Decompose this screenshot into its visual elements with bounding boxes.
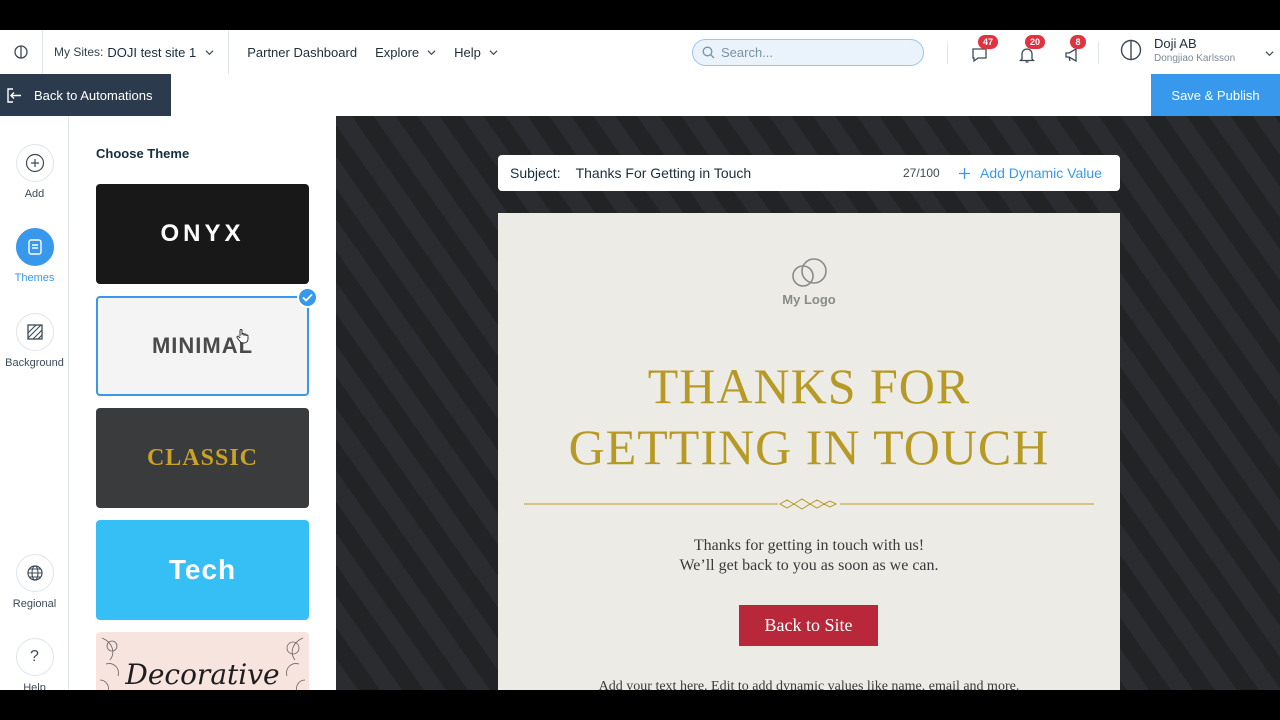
editor-toolbar: Back to Automations Save & Publish — [0, 74, 1280, 116]
site-selector[interactable]: My Sites: DOJI test site 1 — [43, 30, 230, 75]
background-icon — [15, 313, 54, 351]
rail-item-themes[interactable]: Themes — [0, 228, 69, 284]
plus-circle-icon — [15, 144, 54, 182]
email-footer-text[interactable]: Add your text here. Edit to add dynamic … — [498, 679, 1120, 690]
themes-icon — [15, 228, 54, 266]
chevron-down-icon — [205, 49, 214, 55]
panel-title: Choose Theme — [96, 146, 190, 161]
rail-item-background[interactable]: Background — [0, 313, 69, 369]
chevron-down-icon — [427, 49, 436, 55]
subject-char-count: 27/100 — [903, 166, 940, 180]
search-icon — [702, 46, 715, 59]
nav-partner-dashboard[interactable]: Partner Dashboard — [247, 45, 357, 60]
rail-item-label: Help — [23, 682, 46, 690]
updates-button[interactable]: 8 — [1062, 35, 1086, 64]
search-placeholder: Search... — [721, 45, 774, 60]
selected-check-icon — [297, 287, 318, 308]
messages-button[interactable]: 47 — [970, 35, 998, 64]
theme-card-minimal[interactable]: MINIMAL — [96, 296, 309, 396]
nav-explore[interactable]: Explore — [375, 45, 436, 60]
rail-item-label: Regional — [12, 598, 57, 610]
letterbox-top — [0, 0, 1280, 30]
divider — [1098, 42, 1099, 64]
add-dynamic-value-label: Add Dynamic Value — [980, 165, 1102, 181]
account-user: Dongjiao Karlsson — [1154, 53, 1236, 64]
email-preview[interactable]: My Logo THANKS FOR GETTING IN TOUCH Than… — [498, 213, 1120, 690]
divider — [947, 42, 948, 64]
logo-text: My Logo — [782, 292, 836, 307]
headline-line: THANKS FOR — [647, 358, 971, 414]
chevron-down-icon — [489, 49, 498, 55]
body-line: We’ll get back to you as soon as we can. — [679, 557, 939, 574]
account-logo-icon — [1120, 39, 1142, 61]
subject-field[interactable]: Subject: Thanks For Getting in Touch 27/… — [498, 155, 1120, 191]
wix-logo-icon[interactable] — [0, 30, 43, 75]
notifications-button[interactable]: 20 — [1017, 35, 1045, 64]
email-logo[interactable]: My Logo — [498, 256, 1120, 307]
chevron-down-icon — [1265, 51, 1274, 57]
add-dynamic-value-button[interactable]: Add Dynamic Value — [958, 165, 1102, 181]
search-input[interactable]: Search... — [692, 39, 924, 66]
email-headline[interactable]: THANKS FOR GETTING IN TOUCH — [498, 356, 1120, 478]
theme-card-onyx[interactable]: ONYX — [96, 184, 309, 284]
back-to-site-button[interactable]: Back to Site — [739, 605, 878, 646]
account-name: Doji AB — [1154, 36, 1197, 51]
body-line: Thanks for getting in touch with us! — [693, 537, 925, 554]
rail-item-label: Themes — [14, 272, 55, 284]
letterbox-bottom — [0, 690, 1280, 720]
site-name: DOJI test site 1 — [107, 44, 197, 60]
cursor-hand-icon — [236, 329, 249, 344]
theme-card-classic[interactable]: CLASSIC — [96, 408, 309, 508]
site-selector-prefix: My Sites: — [54, 45, 104, 59]
floral-ornament-icon — [286, 637, 306, 690]
exit-arrow-icon — [7, 87, 21, 103]
question-icon: ? — [15, 638, 54, 676]
automation-email-editor: My Sites: DOJI test site 1 Partner Dashb… — [0, 30, 1280, 690]
divider-ornament-icon — [524, 498, 1094, 510]
nav-help[interactable]: Help — [454, 45, 498, 60]
save-publish-button[interactable]: Save & Publish — [1151, 74, 1280, 116]
rail-item-add[interactable]: Add — [0, 144, 69, 200]
updates-badge: 8 — [1070, 35, 1086, 49]
rail-item-label: Background — [5, 357, 64, 369]
rail-item-label: Add — [24, 188, 45, 200]
subject-label: Subject: — [510, 165, 561, 181]
rings-logo-icon — [792, 258, 827, 287]
floral-ornament-icon — [99, 637, 119, 690]
theme-card-tech[interactable]: Tech — [96, 520, 309, 620]
rail-item-help[interactable]: ? Help — [0, 638, 69, 690]
theme-card-label: Decorative — [125, 658, 280, 690]
rail-item-regional[interactable]: Regional — [0, 554, 69, 610]
top-bar: My Sites: DOJI test site 1 Partner Dashb… — [0, 30, 1280, 75]
subject-value[interactable]: Thanks For Getting in Touch — [576, 165, 752, 181]
headline-line: GETTING IN TOUCH — [568, 419, 1050, 475]
back-to-automations-button[interactable]: Back to Automations — [0, 74, 171, 116]
notifications-badge: 20 — [1025, 35, 1045, 49]
nav-explore-label: Explore — [375, 44, 420, 60]
theme-panel: Choose Theme ONYX MINIMAL CLASSIC Tech D… — [69, 116, 336, 690]
messages-badge: 47 — [978, 35, 998, 49]
theme-card-decorative[interactable]: Decorative — [96, 632, 309, 690]
back-to-automations-label: Back to Automations — [34, 87, 153, 103]
nav-help-label: Help — [454, 44, 481, 60]
account-menu[interactable]: Doji AB Dongjiao Karlsson — [1120, 36, 1274, 64]
email-body-text[interactable]: Thanks for getting in touch with us! We’… — [498, 536, 1120, 576]
left-rail: Add Themes Background Regional ? Help — [0, 116, 69, 690]
plus-icon — [959, 167, 970, 179]
globe-icon — [15, 554, 54, 592]
email-canvas: Subject: Thanks For Getting in Touch 27/… — [336, 116, 1280, 690]
